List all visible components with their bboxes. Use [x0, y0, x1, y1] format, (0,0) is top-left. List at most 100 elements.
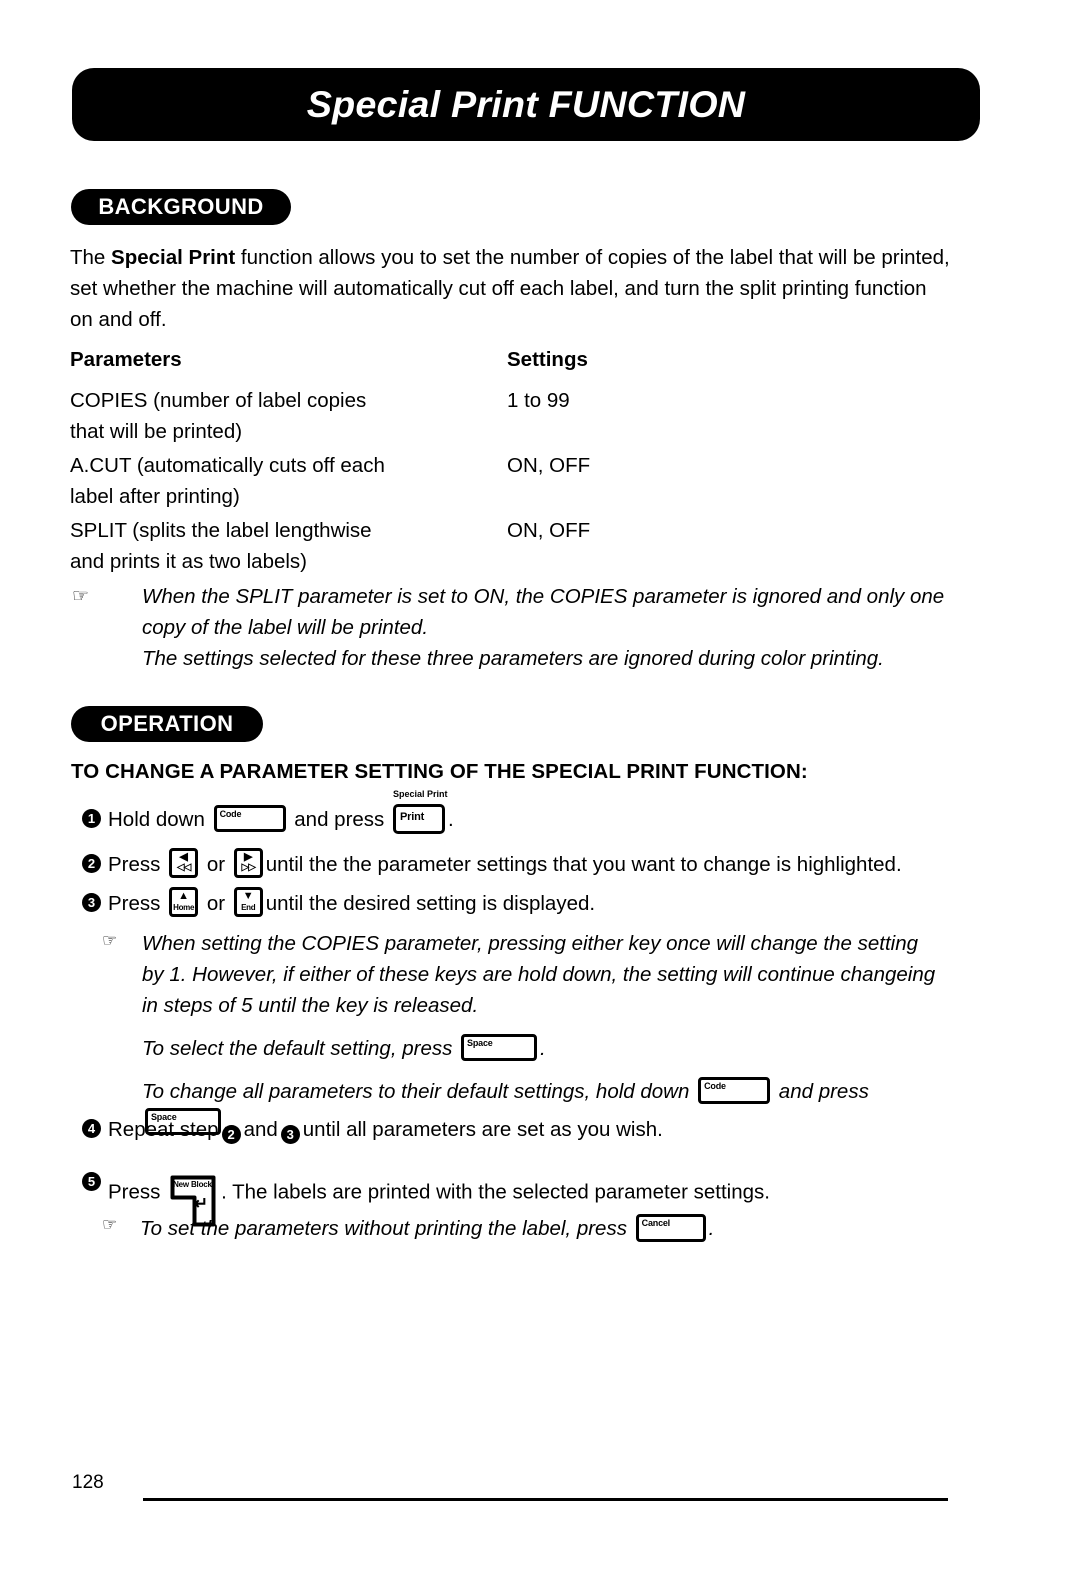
end-key-label: End [241, 902, 256, 912]
note-all-defaults-middle: and press [778, 1080, 869, 1103]
left-arrow-key-graphic: ◀ ◁◁ [169, 847, 199, 878]
parameter-line-2: label after printing) [70, 485, 240, 508]
step-5: 5 Press New Block ↵ . The labels are pri… [82, 1167, 770, 1227]
step-1-text-before: Hold down [108, 808, 205, 831]
step-3-text-or: or [206, 892, 226, 915]
note-all-defaults-before: To change all parameters to their defaul… [142, 1080, 690, 1103]
note-default-text-after: . [540, 1037, 546, 1060]
code-key-label: Code [704, 1081, 726, 1092]
note-cancel-text-after: . [708, 1217, 715, 1240]
special-print-caption: Special Print [393, 788, 448, 799]
right-arrow-icon: ▶ [244, 850, 253, 863]
space-key-label: Space [467, 1038, 493, 1049]
parameter-cell: A.CUT (automatically cuts off each label… [70, 450, 507, 512]
pointing-hand-icon: ☞ [102, 1215, 118, 1234]
step-5-content: Press New Block ↵ . The labels are print… [108, 1167, 770, 1227]
intro-bold-term: Special Print [111, 246, 236, 269]
code-key-graphic: Code [698, 1077, 771, 1105]
left-double-arrow-icon: ◁◁ [176, 861, 191, 873]
parameter-cell: SPLIT (splits the label lengthwise and p… [70, 515, 507, 577]
step-2-content: Press ◀ ◁◁ or ▶ ▷▷ until the the paramet… [108, 847, 902, 881]
step-4: 4 Repeat step 2 and 3 until all parameters a… [82, 1114, 663, 1145]
operation-note-cancel: ☞ To set the parameters without printing… [102, 1213, 950, 1244]
parameter-line-2: that will be printed) [70, 420, 243, 443]
section-heading-operation-label: OPERATION [100, 711, 234, 736]
right-arrow-key-graphic: ▶ ▷▷ [233, 847, 263, 878]
down-arrow-key-graphic: ▼ End [233, 886, 263, 917]
operation-note-copies: ☞ When setting the COPIES parameter, pre… [102, 928, 942, 1138]
step-reference-badge-2: 2 [221, 1125, 241, 1144]
parameters-settings-table: Parameters Settings COPIES (number of la… [70, 344, 960, 580]
operation-subheading: TO CHANGE A PARAMETER SETTING OF THE SPE… [71, 760, 808, 783]
step-number-badge: 1 [82, 809, 101, 828]
step-1-text-after: . [448, 808, 454, 831]
table-row: COPIES (number of label copies that will… [70, 385, 960, 447]
step-4-text-after: until all parameters are set as you wish… [302, 1118, 663, 1141]
step-3-content: Press ▲ Home or ▼ End until the desired … [108, 886, 596, 920]
print-key-graphic: Special Print Print [393, 789, 448, 835]
table-row: A.CUT (automatically cuts off each label… [70, 450, 960, 512]
note-default-text-before: To select the default setting, press [142, 1037, 453, 1060]
step-3: 3 Press ▲ Home or ▼ End until the desire… [82, 886, 596, 920]
footer-divider [143, 1498, 948, 1501]
pointing-hand-icon: ☞ [102, 931, 118, 950]
setting-cell: ON, OFF [507, 454, 591, 477]
up-arrow-icon: ▲ [178, 889, 190, 902]
step-2: 2 Press ◀ ◁◁ or ▶ ▷▷ until the the param… [82, 847, 902, 881]
parameter-line-1: SPLIT (splits the label lengthwise [70, 519, 372, 542]
pointing-hand-icon: ☞ [72, 586, 90, 607]
step-number-badge: 5 [82, 1172, 101, 1191]
intro-prefix: The [70, 246, 112, 269]
table-header-row: Parameters Settings [70, 344, 960, 382]
table-row: SPLIT (splits the label lengthwise and p… [70, 515, 960, 577]
left-arrow-icon: ◀ [179, 850, 188, 863]
down-arrow-icon: ▼ [242, 889, 254, 902]
step-number-badge: 4 [82, 1119, 101, 1138]
step-number-badge: 3 [82, 893, 101, 912]
section-heading-background: BACKGROUND [71, 189, 291, 225]
parameter-cell: COPIES (number of label copies that will… [70, 385, 507, 447]
step-5-text-after: . The labels are printed with the select… [221, 1180, 770, 1204]
space-key-graphic: Space [461, 1034, 538, 1062]
note-cancel-line: To set the parameters without printing t… [140, 1213, 950, 1244]
print-key-label: Print [400, 811, 425, 824]
code-key-label: Code [219, 809, 242, 820]
step-1: 1 Hold down Code and press Special Print… [82, 789, 454, 836]
page-title: Special Print FUNCTION [306, 83, 746, 125]
note-cancel-text-before: To set the parameters without printing t… [140, 1217, 627, 1240]
step-5-text-before: Press [108, 1180, 161, 1204]
background-intro-paragraph: The Special Print function allows you to… [70, 242, 950, 335]
step-reference-badge-3: 3 [280, 1125, 300, 1144]
column-header-settings: Settings [507, 348, 588, 371]
note-default-setting-line: To select the default setting, press Spa… [142, 1033, 942, 1064]
column-header-parameters: Parameters [70, 348, 182, 371]
parameter-line-2: and prints it as two labels) [70, 550, 308, 573]
step-1-content: Hold down Code and press Special Print P… [108, 789, 454, 836]
code-key-graphic: Code [213, 805, 286, 833]
return-arrow-icon: ↵ [193, 1194, 209, 1213]
print-key-body: Print [393, 804, 446, 835]
cancel-key-graphic: Cancel [635, 1213, 706, 1242]
document-page: Special Print FUNCTION BACKGROUND The Sp… [0, 0, 1080, 1573]
step-number-badge: 2 [82, 854, 101, 873]
step-2-text-before: Press [108, 853, 161, 876]
parameter-line-1: COPIES (number of label copies [70, 389, 367, 412]
background-note-line-2: The settings selected for these three pa… [142, 647, 884, 670]
step-2-text-or: or [206, 853, 226, 876]
background-note-line-1: When the SPLIT parameter is set to ON, t… [142, 585, 945, 639]
home-key-label: Home [173, 902, 195, 912]
page-title-banner: Special Print FUNCTION [72, 68, 980, 141]
background-note: ☞ When the SPLIT parameter is set to ON,… [72, 581, 952, 674]
cancel-key-label: Cancel [641, 1217, 671, 1228]
step-1-text-between: and press [294, 808, 385, 831]
parameter-line-1: A.CUT (automatically cuts off each [70, 454, 385, 477]
page-number: 128 [72, 1472, 104, 1493]
step-3-text-before: Press [108, 892, 161, 915]
note-copies-paragraph: When setting the COPIES parameter, press… [142, 932, 936, 1017]
up-arrow-key-graphic: ▲ Home [169, 886, 199, 917]
step-3-text-after: until the desired setting is displayed. [265, 892, 596, 915]
section-heading-operation: OPERATION [71, 706, 263, 742]
section-heading-background-label: BACKGROUND [98, 194, 264, 219]
step-2-text-after: until the the parameter settings that yo… [265, 853, 902, 876]
step-4-content: Repeat step 2 and 3 until all parameters are… [108, 1114, 663, 1145]
